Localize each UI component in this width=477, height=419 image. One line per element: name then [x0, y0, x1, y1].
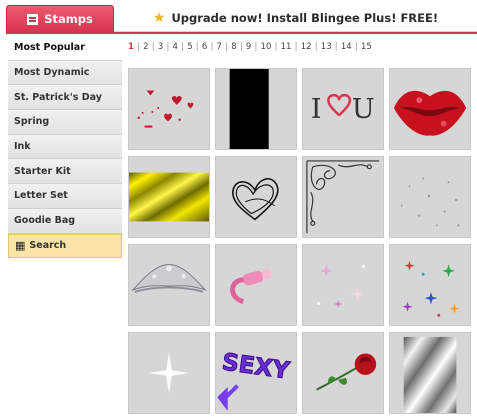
silver-stripes-stamp[interactable]	[389, 332, 471, 414]
sidebar-item-label: Goodie Bag	[14, 215, 76, 227]
header-divider	[6, 32, 477, 34]
pager-separator: |	[166, 42, 170, 52]
page-link-4[interactable]: 4	[173, 42, 178, 52]
pager-separator: |	[334, 42, 338, 52]
red-lips-stamp[interactable]	[389, 68, 471, 150]
sidebar-item-label: Starter Kit	[14, 165, 71, 177]
pager-separator: |	[151, 42, 155, 52]
page-link-2[interactable]: 2	[143, 42, 148, 52]
sidebar-item-label: Ink	[14, 141, 31, 153]
page-link-14[interactable]: 14	[341, 42, 352, 52]
white-glitter-stamp[interactable]	[128, 332, 210, 414]
sidebar-item-search[interactable]: ▦ Search	[8, 233, 122, 259]
sexy-text: SEXY	[220, 347, 292, 384]
sidebar-item-spring[interactable]: Spring	[8, 110, 122, 135]
page-link-5[interactable]: 5	[187, 42, 192, 52]
sidebar-item-goodie-bag[interactable]: Goodie Bag	[8, 208, 122, 234]
sidebar-item-label: Most Dynamic	[14, 67, 90, 79]
page-link-9[interactable]: 9	[246, 42, 251, 52]
sidebar-item-label: Search	[29, 240, 67, 252]
ilu-letter-u: U	[352, 94, 375, 125]
stamps-icon	[27, 13, 39, 25]
i-love-u-stamp[interactable]: I U	[302, 68, 384, 150]
sidebar-item-ink[interactable]: Ink	[8, 134, 122, 160]
page-link-6[interactable]: 6	[202, 42, 207, 52]
pager-separator: |	[181, 42, 184, 52]
sidebar-item-letter-set[interactable]: Letter Set	[8, 184, 122, 209]
tab-stamps[interactable]: Stamps	[6, 5, 114, 32]
black-rectangle-stamp[interactable]	[215, 68, 297, 150]
rose-stamp[interactable]	[302, 332, 384, 414]
ornate-corner-stamp[interactable]	[302, 156, 384, 238]
scribble-heart-stamp[interactable]	[215, 156, 297, 238]
pager-separator: |	[314, 42, 318, 52]
pagination: 1 | 2 | 3 | 4 | 5 | 6 | 7 | 8 | 9 | 10 | 11 | 12 | 13 | 14 | 15	[128, 42, 477, 52]
page-link-12[interactable]: 12	[301, 42, 312, 52]
sidebar-item-starter-kit[interactable]: Starter Kit	[8, 159, 122, 185]
tab-stamps-label: Stamps	[44, 12, 93, 26]
category-sidebar: Most Popular Most Dynamic St. Patrick's …	[8, 36, 122, 259]
pager-separator: |	[294, 42, 298, 52]
sidebar-item-st-patricks-day[interactable]: St. Patrick's Day	[8, 85, 122, 111]
pager-separator: |	[137, 42, 140, 52]
page-link-1[interactable]: 1	[128, 42, 134, 52]
sidebar-item-most-popular[interactable]: Most Popular	[8, 36, 122, 61]
pager-separator: |	[239, 42, 243, 52]
page-link-7[interactable]: 7	[217, 42, 222, 52]
page-link-3[interactable]: 3	[158, 42, 163, 52]
tiara-stamp[interactable]	[128, 244, 210, 326]
upgrade-text: Upgrade now! Install Blingee Plus! FREE!	[171, 11, 439, 25]
pager-separator: |	[274, 42, 278, 52]
sidebar-item-most-dynamic[interactable]: Most Dynamic	[8, 60, 122, 86]
pink-pacifier-stamp[interactable]	[215, 244, 297, 326]
page-link-11[interactable]: 11	[281, 42, 292, 52]
silver-sparkles-stamp[interactable]	[389, 156, 471, 238]
pink-sparkles-stamp[interactable]	[302, 244, 384, 326]
upgrade-banner[interactable]: ★ Upgrade now! Install Blingee Plus! FRE…	[114, 5, 477, 32]
ilu-letter-i: I	[311, 94, 322, 125]
hearts-scatter-stamp[interactable]	[128, 68, 210, 150]
sidebar-item-label: St. Patrick's Day	[14, 91, 102, 103]
yellow-stripes-stamp[interactable]	[128, 156, 210, 238]
page-link-10[interactable]: 10	[261, 42, 272, 52]
pager-separator: |	[210, 42, 214, 52]
star-icon: ★	[152, 10, 166, 26]
colorful-stars-stamp[interactable]	[389, 244, 471, 326]
shopping-bag-icon: ▦	[15, 239, 26, 253]
sidebar-item-label: Letter Set	[14, 190, 68, 202]
sidebar-item-label: Spring	[14, 116, 50, 128]
page-link-15[interactable]: 15	[361, 42, 372, 52]
pager-separator: |	[225, 42, 229, 52]
sidebar-item-label: Most Popular	[14, 42, 85, 54]
pager-separator: |	[195, 42, 199, 52]
page-link-8[interactable]: 8	[231, 42, 236, 52]
pager-separator: |	[354, 42, 358, 52]
page-link-13[interactable]: 13	[321, 42, 332, 52]
sexy-text-stamp[interactable]: SEXY	[215, 332, 297, 414]
pager-separator: |	[254, 42, 258, 52]
